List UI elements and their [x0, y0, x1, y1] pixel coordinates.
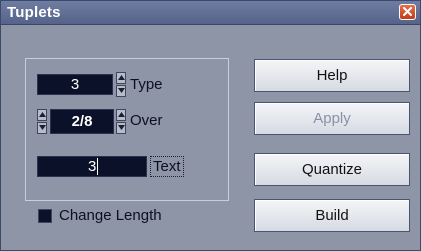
title-bar[interactable]: Tuplets	[1, 1, 420, 25]
arrow-up-icon	[118, 112, 125, 117]
text-input-field[interactable]: 3	[37, 156, 147, 177]
arrow-down-icon	[118, 88, 125, 93]
change-length-label: Change Length	[59, 207, 162, 224]
over-left-decrement-button[interactable]	[37, 122, 47, 134]
window-title: Tuplets	[7, 4, 61, 21]
over-right-increment-button[interactable]	[116, 109, 126, 121]
close-icon	[403, 7, 412, 16]
type-value-field[interactable]: 3	[37, 74, 113, 95]
over-value-field[interactable]: 2/8	[50, 109, 114, 134]
type-decrement-button[interactable]	[116, 85, 126, 97]
arrow-up-icon	[118, 75, 125, 80]
arrow-down-icon	[118, 125, 125, 130]
over-label: Over	[130, 112, 163, 129]
type-spinner[interactable]	[116, 72, 126, 97]
type-increment-button[interactable]	[116, 72, 126, 84]
over-left-increment-button[interactable]	[37, 109, 47, 121]
build-button[interactable]: Build	[254, 199, 410, 232]
tuplets-dialog: Tuplets 3 Type 2/8 Over 3 Text Change Le…	[0, 0, 421, 251]
help-button[interactable]: Help	[254, 59, 410, 92]
text-label: Text	[150, 156, 184, 177]
arrow-down-icon	[39, 125, 46, 130]
arrow-up-icon	[39, 112, 46, 117]
over-right-decrement-button[interactable]	[116, 122, 126, 134]
over-left-spinner[interactable]	[37, 109, 47, 134]
close-button[interactable]	[399, 4, 416, 20]
over-right-spinner[interactable]	[116, 109, 126, 134]
change-length-checkbox[interactable]	[38, 209, 52, 223]
text-caret	[97, 158, 98, 175]
apply-button[interactable]: Apply	[254, 102, 410, 135]
quantize-button[interactable]: Quantize	[254, 153, 410, 186]
type-label: Type	[130, 76, 163, 93]
